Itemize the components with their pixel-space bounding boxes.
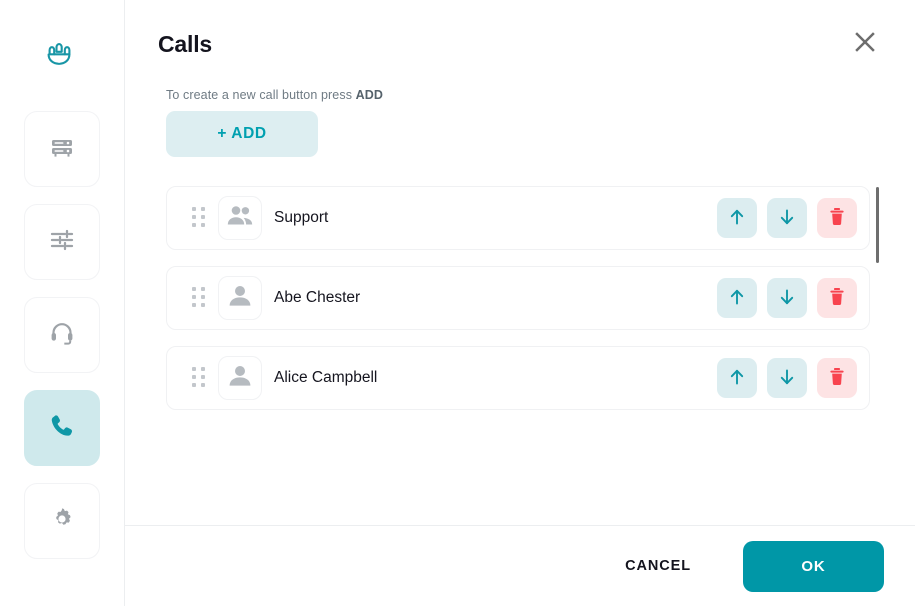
call-buttons-list: Support Abe Chester Alice Campbell <box>166 186 900 410</box>
trash-icon <box>828 287 846 309</box>
avatar <box>218 196 262 240</box>
calls-dialog: Calls To create a new call button press … <box>0 0 915 606</box>
list-scrollbar[interactable] <box>876 187 879 263</box>
drag-handle-icon[interactable] <box>192 287 206 309</box>
drag-dot <box>201 207 205 211</box>
drag-dot <box>192 295 196 299</box>
dialog-panel: Calls To create a new call button press … <box>125 0 915 606</box>
drag-dot <box>192 215 196 219</box>
add-hint-text: To create a new call button press <box>166 88 356 102</box>
add-button[interactable]: + ADD <box>166 111 318 157</box>
server-rack-icon <box>48 133 76 166</box>
close-button[interactable] <box>848 27 882 61</box>
drag-dot <box>201 295 205 299</box>
move-up-button[interactable] <box>717 358 757 398</box>
row-actions <box>717 278 857 318</box>
people-group-icon <box>40 34 84 83</box>
sidebar-item-configuration[interactable] <box>24 483 100 559</box>
table-row[interactable]: Alice Campbell <box>166 346 870 410</box>
drag-dot <box>192 207 196 211</box>
delete-button[interactable] <box>817 358 857 398</box>
drag-dot <box>201 215 205 219</box>
drag-dot <box>192 383 196 387</box>
person-avatar-icon <box>223 359 257 398</box>
drag-dot <box>201 383 205 387</box>
row-actions <box>717 358 857 398</box>
list-item-label: Alice Campbell <box>274 369 378 386</box>
headset-icon <box>48 319 76 352</box>
drag-dot <box>192 223 196 227</box>
gear-icon <box>48 505 76 538</box>
close-icon <box>852 29 878 60</box>
app-logo <box>38 34 86 82</box>
drag-handle-icon[interactable] <box>192 367 206 389</box>
drag-dot <box>201 223 205 227</box>
drag-dot <box>201 287 205 291</box>
add-hint-emphasis: ADD <box>355 88 384 102</box>
move-down-button[interactable] <box>767 198 807 238</box>
sidebar <box>0 0 125 606</box>
ok-button[interactable]: OK <box>743 540 884 592</box>
cancel-button[interactable]: CANCEL <box>621 550 695 582</box>
dialog-body: To create a new call button press ADD + … <box>125 88 915 525</box>
arrow-down-icon <box>777 367 797 390</box>
arrow-down-icon <box>777 287 797 310</box>
avatar <box>218 276 262 320</box>
drag-handle-icon[interactable] <box>192 207 206 229</box>
person-avatar-icon <box>223 279 257 318</box>
drag-dot <box>192 367 196 371</box>
arrow-up-icon <box>727 287 747 310</box>
phone-icon <box>47 411 77 446</box>
delete-button[interactable] <box>817 278 857 318</box>
sidebar-item-devices[interactable] <box>24 111 100 187</box>
table-row[interactable]: Abe Chester <box>166 266 870 330</box>
dialog-header: Calls <box>125 0 915 88</box>
move-up-button[interactable] <box>717 198 757 238</box>
sliders-icon <box>48 226 76 259</box>
arrow-up-icon <box>727 367 747 390</box>
drag-dot <box>201 303 205 307</box>
trash-icon <box>828 207 846 229</box>
list-item-label: Abe Chester <box>274 289 361 306</box>
avatar <box>218 356 262 400</box>
drag-dot <box>201 375 205 379</box>
dialog-footer: CANCEL OK <box>125 525 915 606</box>
row-actions <box>717 198 857 238</box>
move-down-button[interactable] <box>767 278 807 318</box>
add-hint: To create a new call button press ADD <box>166 88 915 102</box>
people-group-avatar-icon <box>223 199 257 238</box>
sidebar-item-audio[interactable] <box>24 297 100 373</box>
drag-dot <box>201 367 205 371</box>
sidebar-item-calls[interactable] <box>24 390 100 466</box>
sidebar-item-settings-tuning[interactable] <box>24 204 100 280</box>
drag-dot <box>192 375 196 379</box>
trash-icon <box>828 367 846 389</box>
drag-dot <box>192 303 196 307</box>
arrow-up-icon <box>727 207 747 230</box>
move-down-button[interactable] <box>767 358 807 398</box>
page-title: Calls <box>158 30 212 57</box>
move-up-button[interactable] <box>717 278 757 318</box>
delete-button[interactable] <box>817 198 857 238</box>
arrow-down-icon <box>777 207 797 230</box>
table-row[interactable]: Support <box>166 186 870 250</box>
list-item-label: Support <box>274 209 329 226</box>
drag-dot <box>192 287 196 291</box>
